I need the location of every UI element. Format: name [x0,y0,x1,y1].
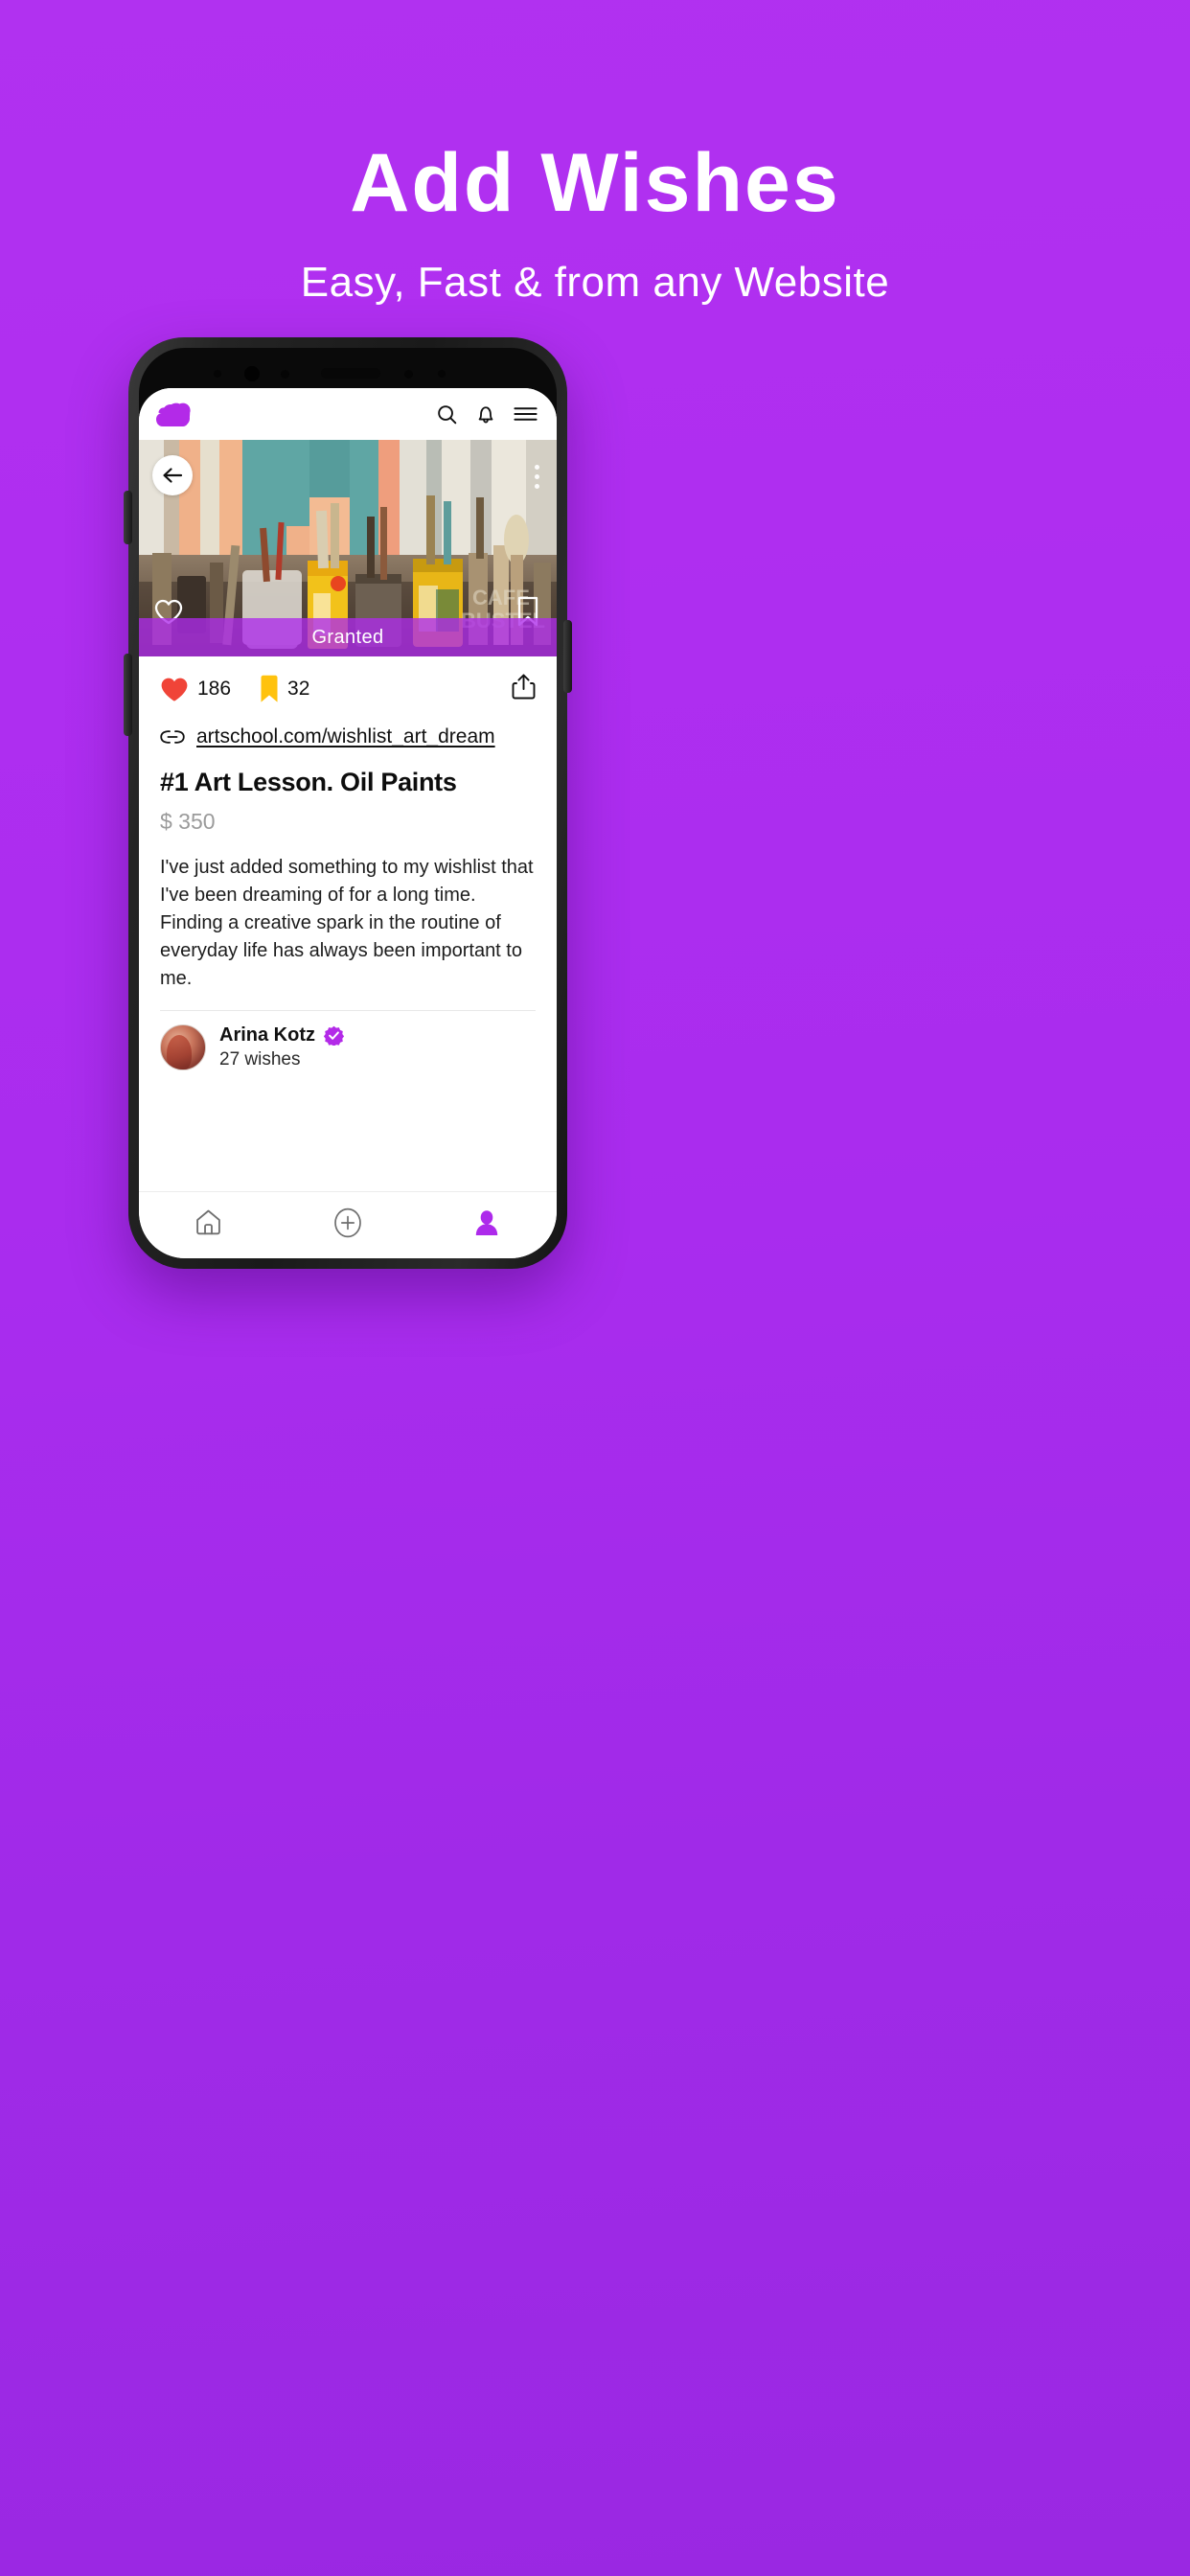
kebab-dot [535,484,539,489]
back-button[interactable] [152,455,193,495]
bell-icon[interactable] [475,403,496,426]
item-price: $ 350 [160,809,216,834]
plus-circle-icon [334,1208,361,1237]
source-link-row: artschool.com/wishlist_art_dream [139,716,557,748]
more-options-icon[interactable] [535,465,539,489]
status-badge-label: Granted [311,626,384,648]
phone-bezel: CAFE BUSTEL [139,348,557,1258]
bottom-navigation [139,1191,557,1258]
wishlist-heart-logo[interactable] [156,401,191,427]
link-icon [160,730,185,744]
author-info: Arina Kotz 27 wishes [219,1024,344,1070]
header-icons [436,403,538,426]
author-name: Arina Kotz [219,1024,315,1046]
item-title: #1 Art Lesson. Oil Paints [160,768,457,796]
phone-button-right[interactable] [563,620,572,693]
status-badge: Granted [139,618,557,656]
phone-screen: CAFE BUSTEL [139,388,557,1258]
kebab-dot [535,474,539,479]
sensor-dot [404,370,413,379]
saves-count: 32 [287,678,310,700]
heart-filled-icon [161,678,188,702]
profile-icon [476,1209,498,1235]
sensor-dot [438,370,446,378]
back-arrow-icon [163,468,183,483]
hamburger-menu-icon[interactable] [514,405,538,423]
avatar [160,1024,206,1070]
promo-header: Add Wishes Easy, Fast & from any Website [0,0,1190,307]
nav-item-home[interactable] [175,1198,242,1248]
share-icon[interactable] [512,674,536,704]
app-header [139,388,557,440]
author-name-row: Arina Kotz [219,1024,344,1046]
bookmark-filled-icon [261,675,278,702]
search-icon[interactable] [436,403,458,426]
phone-button-left-top[interactable] [124,491,132,544]
nav-item-add[interactable] [314,1198,381,1248]
sensor-dot [281,370,289,379]
verified-badge-icon [324,1025,344,1046]
home-icon [196,1209,220,1235]
author-row[interactable]: Arina Kotz 27 wishes [139,1011,557,1086]
author-wishes-count: 27 wishes [219,1049,301,1070]
nav-item-profile[interactable] [453,1198,520,1248]
saves-stat[interactable]: 32 [260,675,309,703]
promo-subtitle: Easy, Fast & from any Website [300,259,890,306]
likes-count: 186 [197,678,232,700]
likes-stat[interactable]: 186 [160,677,231,702]
phone-mockup: CAFE BUSTEL [124,337,572,1269]
phone-button-left-bottom[interactable] [124,654,132,736]
kebab-dot [535,465,539,470]
source-link[interactable]: artschool.com/wishlist_art_dream [196,725,495,748]
sensor-dot [214,370,221,378]
item-description: I've just added something to my wishlist… [160,857,534,989]
stats-row: 186 32 [139,656,557,716]
front-camera [244,366,260,381]
phone-sensors [139,361,557,386]
earpiece-speaker [321,368,380,379]
promo-title: Add Wishes [350,137,840,229]
hero-image: CAFE BUSTEL [139,440,557,656]
